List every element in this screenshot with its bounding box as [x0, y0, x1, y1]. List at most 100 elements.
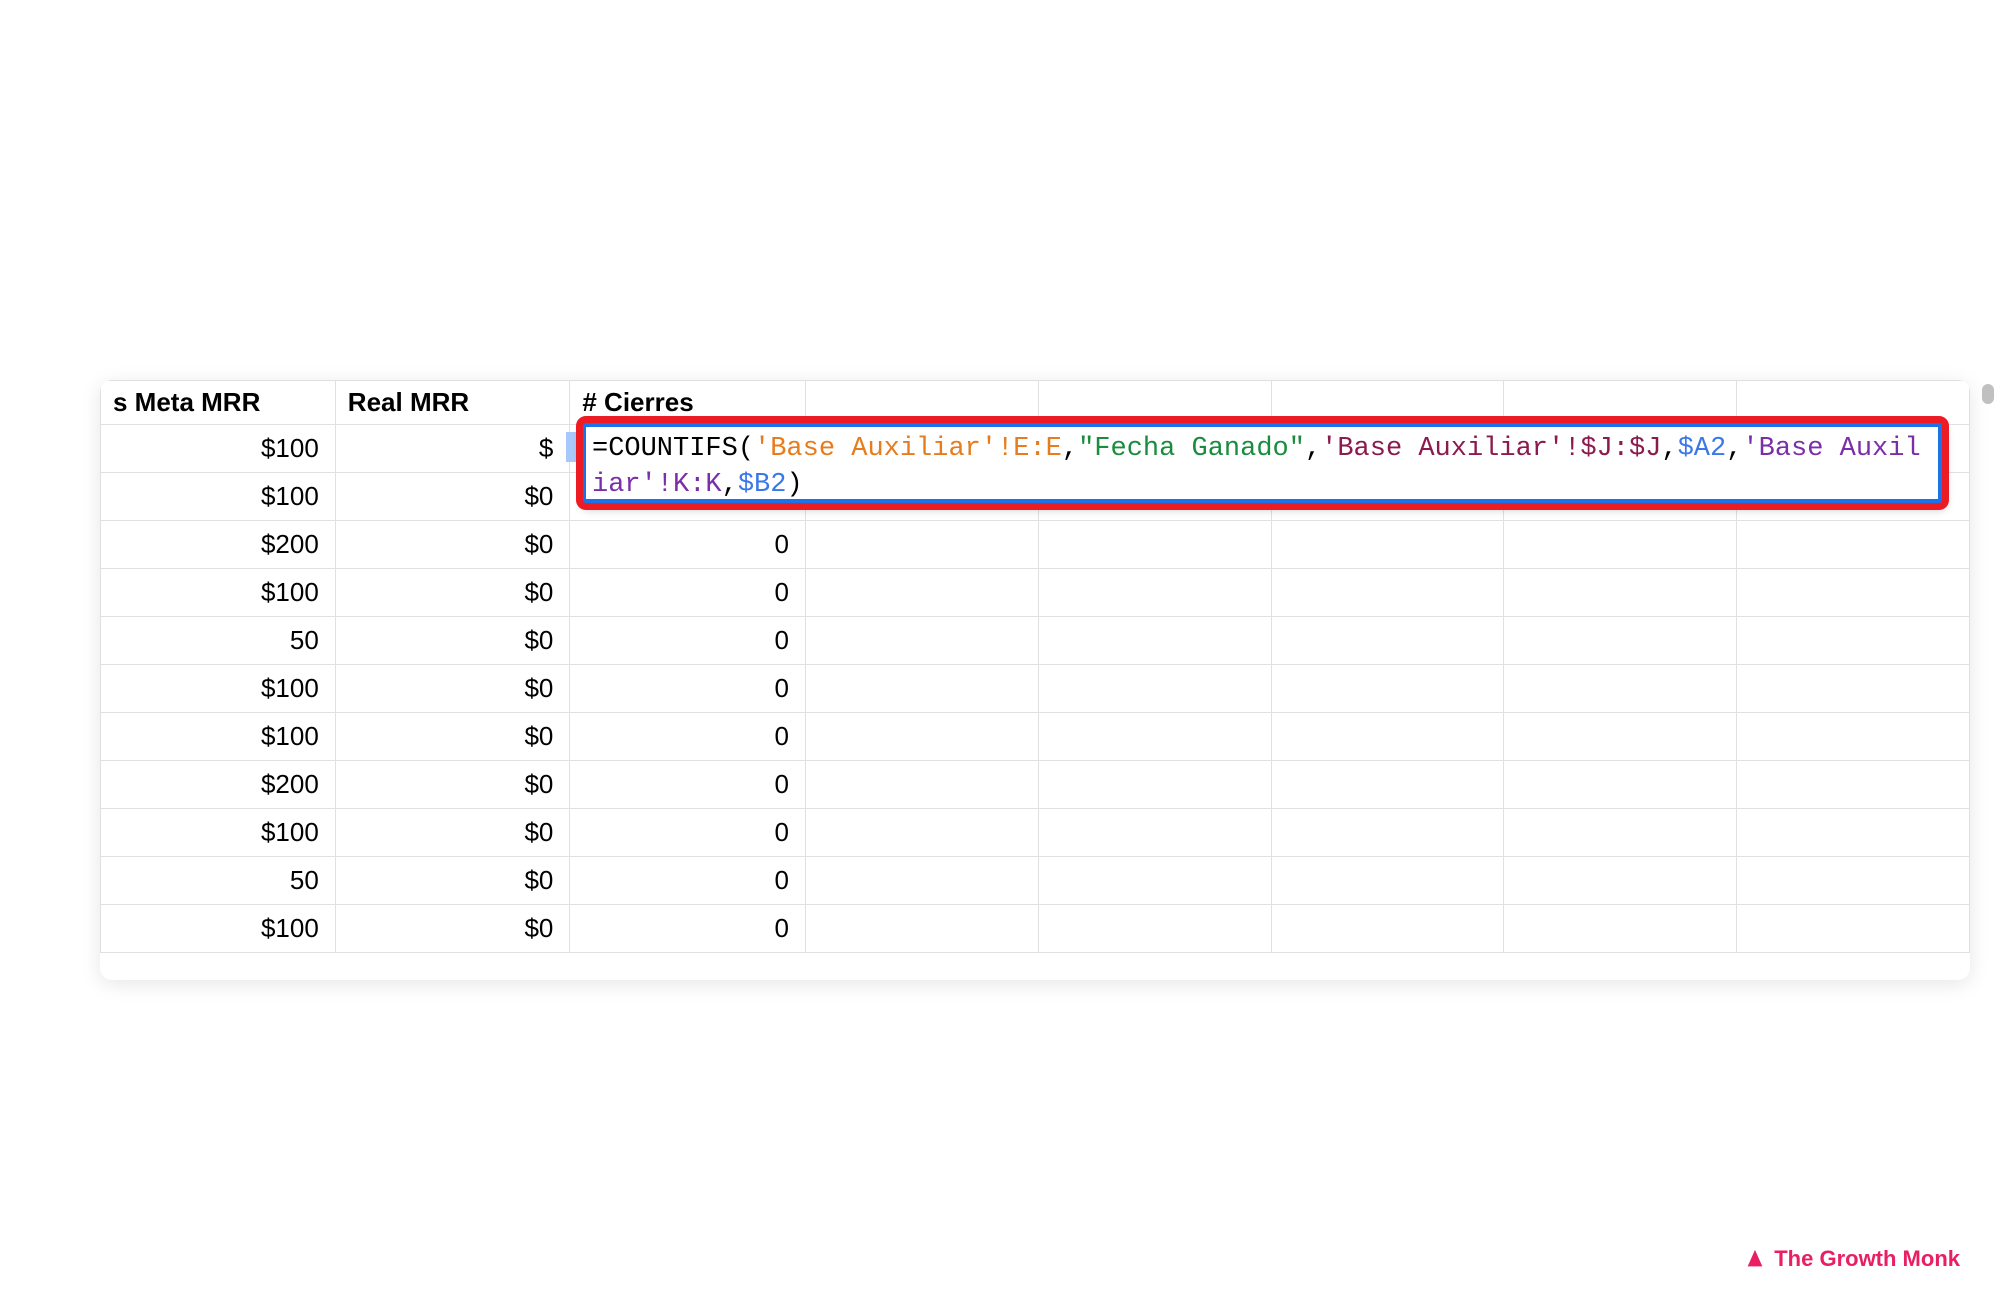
cell-empty[interactable]: [1271, 857, 1504, 905]
cell-empty[interactable]: [1038, 617, 1271, 665]
header-empty-2[interactable]: [1038, 381, 1271, 425]
cell-real[interactable]: $0: [335, 809, 570, 857]
cell-empty[interactable]: [805, 617, 1038, 665]
cell-real[interactable]: $0: [335, 761, 570, 809]
cell-meta[interactable]: $100: [101, 809, 336, 857]
cell-empty[interactable]: [1504, 713, 1737, 761]
cell-cierres[interactable]: 0: [570, 761, 806, 809]
header-real-mrr[interactable]: Real MRR: [335, 381, 570, 425]
cell-empty[interactable]: [805, 905, 1038, 953]
cell-empty[interactable]: [1737, 761, 1970, 809]
header-row: s Meta MRR Real MRR # Cierres: [101, 381, 1970, 425]
cell-empty[interactable]: [805, 809, 1038, 857]
cell-empty[interactable]: [1504, 665, 1737, 713]
cell-empty[interactable]: [805, 713, 1038, 761]
cell-empty[interactable]: [1737, 617, 1970, 665]
cell-empty[interactable]: [1038, 761, 1271, 809]
header-empty-4[interactable]: [1504, 381, 1737, 425]
cell-meta[interactable]: $100: [101, 425, 336, 473]
cell-cierres[interactable]: 0: [570, 809, 806, 857]
table-row: 50 $0 0: [101, 857, 1970, 905]
cell-real[interactable]: $0: [335, 617, 570, 665]
cell-empty[interactable]: [1737, 857, 1970, 905]
cell-cierres[interactable]: 0: [570, 569, 806, 617]
cell-empty[interactable]: [1504, 905, 1737, 953]
cell-empty[interactable]: [805, 569, 1038, 617]
cell-empty[interactable]: [1271, 761, 1504, 809]
header-cierres[interactable]: # Cierres: [570, 381, 806, 425]
cell-meta[interactable]: $100: [101, 473, 336, 521]
cell-meta[interactable]: $100: [101, 713, 336, 761]
table-row: $100 $0 0: [101, 713, 1970, 761]
formula-range-ref: 'Base Auxiliar'!$J:$J: [1321, 434, 1661, 464]
cell-empty[interactable]: [1737, 713, 1970, 761]
cell-empty[interactable]: [1038, 665, 1271, 713]
formula-function-name: COUNTIFS: [608, 434, 738, 464]
cell-real[interactable]: $0: [335, 857, 570, 905]
cell-empty[interactable]: [1737, 521, 1970, 569]
cell-real[interactable]: $0: [335, 905, 570, 953]
cell-empty[interactable]: [805, 521, 1038, 569]
vertical-scrollbar[interactable]: [1982, 384, 1994, 404]
header-empty-1[interactable]: [805, 381, 1038, 425]
cell-cierres[interactable]: 0: [570, 857, 806, 905]
cell-empty[interactable]: [1038, 905, 1271, 953]
cell-meta[interactable]: 50: [101, 617, 336, 665]
header-empty-5[interactable]: [1737, 381, 1970, 425]
table-row: $100 $0 0: [101, 665, 1970, 713]
cell-empty[interactable]: [1504, 617, 1737, 665]
cell-empty[interactable]: [1038, 521, 1271, 569]
cell-empty[interactable]: [1737, 905, 1970, 953]
cell-empty[interactable]: [805, 665, 1038, 713]
cell-cierres[interactable]: 0: [570, 665, 806, 713]
formula-eq: =: [592, 434, 608, 464]
cell-empty[interactable]: [1504, 569, 1737, 617]
header-empty-3[interactable]: [1271, 381, 1504, 425]
cell-real[interactable]: $0: [335, 473, 570, 521]
formula-comma: ,: [1305, 434, 1321, 464]
cell-real[interactable]: $0: [335, 569, 570, 617]
cell-empty[interactable]: [1504, 857, 1737, 905]
cell-empty[interactable]: [1737, 665, 1970, 713]
table-row: 50 $0 0: [101, 617, 1970, 665]
cell-cierres[interactable]: 0: [570, 905, 806, 953]
cell-real[interactable]: $0: [335, 521, 570, 569]
cell-cierres[interactable]: 0: [570, 617, 806, 665]
cell-empty[interactable]: [1271, 569, 1504, 617]
formula-editor[interactable]: =COUNTIFS('Base Auxiliar'!E:E,"Fecha Gan…: [582, 423, 1942, 503]
cell-meta[interactable]: $100: [101, 665, 336, 713]
cell-meta[interactable]: $200: [101, 761, 336, 809]
cell-empty[interactable]: [1271, 665, 1504, 713]
cell-empty[interactable]: [1504, 809, 1737, 857]
cell-empty[interactable]: [1737, 809, 1970, 857]
formula-comma: ,: [1726, 434, 1742, 464]
cell-cierres[interactable]: 0: [570, 521, 806, 569]
cell-empty[interactable]: [1504, 761, 1737, 809]
cell-empty[interactable]: [1038, 857, 1271, 905]
cell-meta[interactable]: $200: [101, 521, 336, 569]
cell-empty[interactable]: [1737, 569, 1970, 617]
formula-paren-close: ): [786, 470, 802, 500]
cell-empty[interactable]: [1504, 521, 1737, 569]
cell-real[interactable]: $0: [335, 713, 570, 761]
cell-real[interactable]: $: [335, 425, 570, 473]
cell-real[interactable]: $0: [335, 665, 570, 713]
brand-name: The Growth Monk: [1774, 1246, 1960, 1272]
cell-empty[interactable]: [1271, 521, 1504, 569]
header-meta-mrr[interactable]: s Meta MRR: [101, 381, 336, 425]
cell-empty[interactable]: [1038, 713, 1271, 761]
cell-cierres[interactable]: 0: [570, 713, 806, 761]
cell-meta[interactable]: 50: [101, 857, 336, 905]
cell-empty[interactable]: [1038, 809, 1271, 857]
cell-meta[interactable]: $100: [101, 905, 336, 953]
formula-comma: ,: [1661, 434, 1677, 464]
cell-empty[interactable]: [1271, 713, 1504, 761]
cell-empty[interactable]: [1271, 617, 1504, 665]
cell-empty[interactable]: [805, 857, 1038, 905]
cell-empty[interactable]: [1038, 569, 1271, 617]
cell-empty[interactable]: [1271, 905, 1504, 953]
cell-meta[interactable]: $100: [101, 569, 336, 617]
formula-comma: ,: [722, 470, 738, 500]
cell-empty[interactable]: [1271, 809, 1504, 857]
cell-empty[interactable]: [805, 761, 1038, 809]
